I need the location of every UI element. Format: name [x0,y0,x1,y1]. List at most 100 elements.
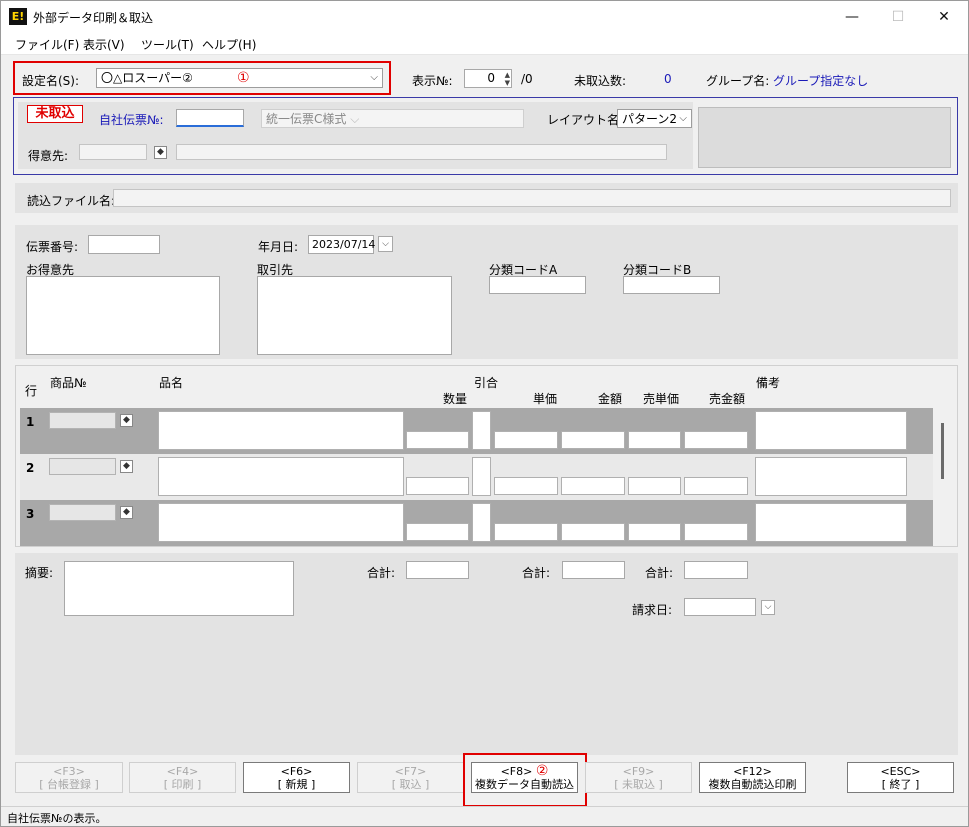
sale-amount-cell[interactable] [684,523,748,541]
form-select-value: 統一伝票C様式 [266,112,347,126]
customer-label: 得意先: [28,149,69,163]
display-no-label: 表示№: [412,74,453,88]
qty-cell[interactable] [406,431,469,449]
status-bar: 自社伝票№の表示。 [1,806,968,826]
table-row[interactable]: 1 ◆ [20,408,933,454]
header-amount: 金額 [598,392,623,406]
customer-code-input[interactable] [79,144,147,160]
amount-cell[interactable] [561,477,625,495]
calendar-dropdown-icon[interactable]: ⌵ [761,600,775,615]
item-name-cell[interactable] [158,411,404,450]
annotation-2: ② [535,763,549,779]
f3-label: [ 台帳登録 ] [39,778,99,791]
sale-amount-cell[interactable] [684,477,748,495]
spinner-arrows-icon[interactable]: ▲ ▼ [505,71,510,87]
menu-tools[interactable]: ツール(T) [141,36,194,53]
display-no-spinner[interactable]: 0 ▲ ▼ [464,69,512,88]
sale-price-cell[interactable] [628,431,681,449]
menu-view[interactable]: 表示(V) [83,36,125,53]
sale-amount-cell[interactable] [684,431,748,449]
total-label-1: 合計: [367,566,396,580]
unit-price-cell[interactable] [494,431,558,449]
f4-key: <F4> [166,765,199,778]
table-row[interactable]: 3 ◆ [20,500,933,546]
lookup-icon[interactable]: ◆ [154,146,167,159]
product-no-cell[interactable] [49,412,116,429]
f12-label: 複数自動読込印刷 [708,778,797,791]
header-remarks: 備考 [756,376,781,390]
voucher-no-input[interactable] [176,109,244,127]
f12-auto-read-print-button[interactable]: <F12> 複数自動読込印刷 [699,762,806,793]
voucher-no-label: 自社伝票№: [99,113,164,127]
header-row: 行 [25,384,38,398]
amount-cell[interactable] [561,431,625,449]
hikiai-cell[interactable] [472,411,491,450]
layout-value: パターン2 [622,112,678,126]
f8-auto-read-button[interactable]: <F8> ② 複数データ自動読込 [471,762,578,793]
chevron-down-icon: ⌵ [350,112,360,126]
setting-select[interactable]: 〇△ロスーパー② ① ⌵ [96,68,383,88]
item-name-cell[interactable] [158,457,404,496]
calendar-dropdown-icon[interactable]: ⌵ [378,236,393,252]
layout-select[interactable]: パターン2 ⌵ [617,109,692,128]
unit-price-cell[interactable] [494,477,558,495]
item-name-cell[interactable] [158,503,404,542]
form-select[interactable]: 統一伝票C様式 ⌵ [261,109,524,128]
table-row[interactable]: 2 ◆ [20,454,933,500]
chevron-down-icon: ⌵ [370,72,378,83]
sale-price-cell[interactable] [628,477,681,495]
summary-label: 摘要: [25,566,54,580]
remarks-cell[interactable] [755,411,907,450]
class-a-input[interactable] [489,276,586,294]
qty-cell[interactable] [406,477,469,495]
f6-label: [ 新規 ] [277,778,316,791]
f8-label: 複数データ自動読込 [475,778,574,791]
menu-help[interactable]: ヘルプ(H) [202,36,256,53]
chevron-down-icon: ⌵ [679,113,687,124]
billing-date-input[interactable] [684,598,756,616]
grid-scrollbar[interactable] [941,423,944,479]
header-sale-price: 売単価 [643,392,680,406]
slip-no-input[interactable] [88,235,160,254]
minimize-button[interactable]: — [829,1,875,33]
esc-exit-button[interactable]: <ESC> [ 終了 ] [847,762,954,793]
menu-file[interactable]: ファイル(F) [15,36,79,53]
group-label: グループ名: [706,74,770,88]
f9-key: <F9> [622,765,655,778]
f4-print-button[interactable]: <F4> [ 印刷 ] [129,762,236,793]
product-no-cell[interactable] [49,504,116,521]
f7-label: [ 取込 ] [391,778,430,791]
qty-cell[interactable] [406,523,469,541]
f6-new-button[interactable]: <F6> [ 新規 ] [243,762,350,793]
hikiai-cell[interactable] [472,503,491,542]
f12-key: <F12> [733,765,772,778]
sale-price-cell[interactable] [628,523,681,541]
product-no-cell[interactable] [49,458,116,475]
row-number: 2 [26,461,35,475]
total-field-1 [406,561,469,579]
header-product-no: 商品№ [50,376,87,390]
remarks-cell[interactable] [755,503,907,542]
hikiai-cell[interactable] [472,457,491,496]
f7-import-button[interactable]: <F7> [ 取込 ] [357,762,464,793]
date-input[interactable]: 2023/07/14 [308,235,375,254]
remarks-cell[interactable] [755,457,907,496]
partner-area[interactable] [257,276,452,355]
unread-label: 未取込数: [574,74,627,88]
class-b-input[interactable] [623,276,720,294]
annotation-1: ① [237,70,250,86]
product-lookup-icon[interactable]: ◆ [120,414,133,427]
billing-date-label: 請求日: [632,603,673,617]
unit-price-cell[interactable] [494,523,558,541]
close-button[interactable]: ✕ [921,1,967,33]
f9-unimported-button[interactable]: <F9> [ 未取込 ] [585,762,692,793]
f3-ledger-button[interactable]: <F3> [ 台帳登録 ] [15,762,123,793]
amount-cell[interactable] [561,523,625,541]
header-sale-amount: 売金額 [709,392,746,406]
product-lookup-icon[interactable]: ◆ [120,506,133,519]
file-label: 読込ファイル名: [27,194,116,208]
customer-area[interactable] [26,276,220,355]
summary-input[interactable] [64,561,294,616]
maximize-button[interactable]: ☐ [875,1,921,33]
product-lookup-icon[interactable]: ◆ [120,460,133,473]
